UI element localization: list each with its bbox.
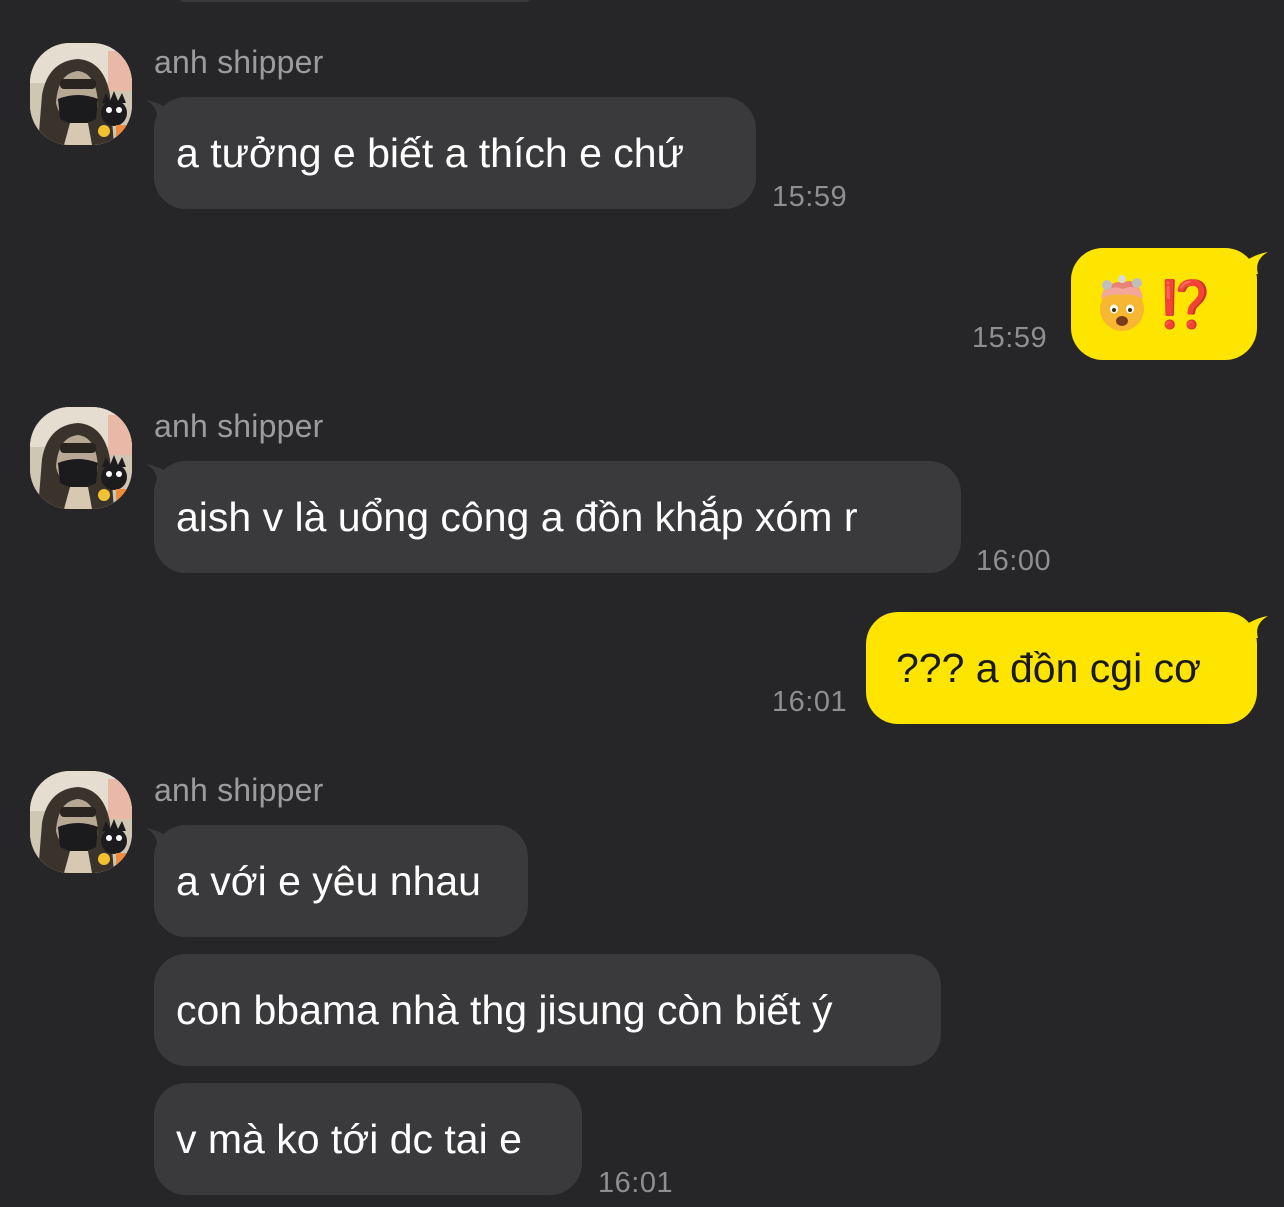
message-text: a với e yêu nhau (176, 858, 481, 904)
message-bubble-outgoing[interactable]: ??? a đồn cgi cơ (866, 612, 1257, 724)
message-bubble-incoming[interactable]: aish v là uổng công a đồn khắp xóm r (154, 461, 961, 573)
avatar[interactable] (30, 407, 132, 509)
message-text: a tưởng e biết a thích e chứ (176, 130, 685, 176)
avatar-photo (30, 407, 132, 509)
message-timestamp: 16:01 (598, 1167, 674, 1199)
message-text: con bbama nhà thg jisung còn biết ý (176, 987, 833, 1033)
message-timestamp: 16:00 (976, 545, 1052, 577)
sender-name: anh shipper (154, 408, 324, 444)
avatar[interactable] (30, 771, 132, 873)
message-timestamp: 15:59 (972, 322, 1048, 354)
message-bubble-incoming[interactable]: con bbama nhà thg jisung còn biết ý (154, 954, 941, 1066)
message-bubble-incoming[interactable]: v mà ko tới dc tai e (154, 1083, 582, 1195)
bubble-tail (1238, 616, 1268, 638)
message-bubble-incoming[interactable]: a tưởng e biết a thích e chứ (154, 97, 756, 209)
avatar-photo (30, 43, 132, 145)
previous-message-fragment (180, 0, 530, 2)
message-text: ⁉️ (1157, 278, 1215, 330)
message-text: v mà ko tới dc tai e (176, 1116, 522, 1162)
sender-name: anh shipper (154, 44, 324, 80)
message-text: ??? a đồn cgi cơ (896, 645, 1201, 691)
message-bubble-incoming[interactable]: a với e yêu nhau (154, 825, 528, 937)
message-timestamp: 15:59 (772, 181, 848, 213)
sender-name: anh shipper (154, 772, 324, 808)
message-text: aish v là uổng công a đồn khắp xóm r (176, 494, 858, 540)
bubble-tail (1238, 252, 1268, 274)
avatar[interactable] (30, 43, 132, 145)
avatar-photo (30, 771, 132, 873)
message-timestamp: 16:01 (772, 686, 848, 718)
message-bubble-outgoing[interactable]: ⁉️ (1071, 248, 1257, 360)
exploding-head-icon (1100, 275, 1144, 331)
